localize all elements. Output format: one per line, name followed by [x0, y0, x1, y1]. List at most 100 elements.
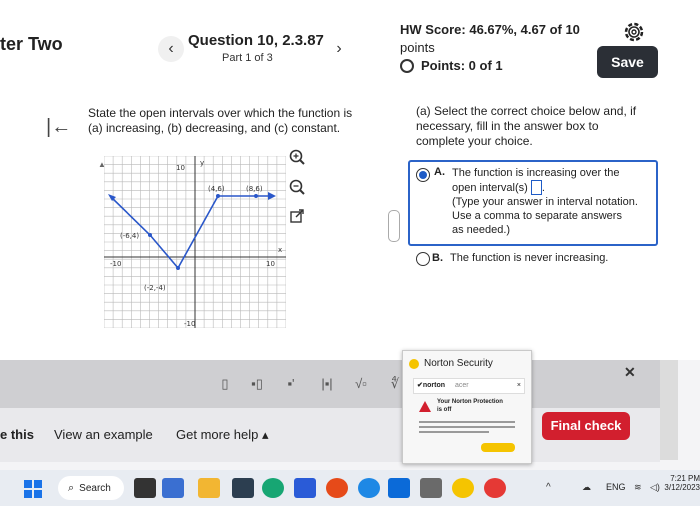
app-window: ter Two ‹ Question 10, 2.3.87 Part 1 of …	[0, 0, 700, 470]
question-prompt: State the open intervals over which the …	[88, 106, 353, 135]
wifi-icon[interactable]: ≋	[634, 482, 642, 493]
norton-header: Norton Security	[409, 358, 493, 369]
choice-b-radio[interactable]	[416, 252, 430, 266]
point-neg2-neg4	[176, 266, 180, 270]
clock[interactable]: 7:21 PM 3/12/2023	[664, 474, 700, 492]
norton-text-line	[419, 431, 489, 433]
windows-start-icon[interactable]	[24, 480, 42, 498]
back-to-start-icon[interactable]: |←	[46, 116, 71, 139]
fraction-tool-icon[interactable]: ▯	[214, 374, 236, 394]
app-icon[interactable]	[232, 478, 254, 498]
norton-tab-close-icon[interactable]: ×	[517, 379, 521, 393]
interval-answer-input[interactable]	[530, 180, 542, 195]
choice-a-radio[interactable]	[416, 168, 430, 182]
save-button[interactable]: Save	[597, 46, 658, 78]
point-4-6	[216, 194, 220, 198]
search-icon: ⌕	[68, 481, 75, 494]
close-icon[interactable]: ✕	[624, 364, 636, 381]
zoom-in-icon[interactable]	[288, 148, 306, 166]
choice-a-line1: The function is increasing over the	[452, 167, 620, 179]
language-indicator[interactable]: ENG	[606, 482, 626, 492]
point-label-4-6: (4,6)	[208, 185, 225, 193]
norton-text-line	[419, 421, 515, 423]
choice-a-hint1: (Type your answer in interval notation.	[452, 196, 638, 208]
choice-a-line2-row: open interval(s) .	[452, 180, 545, 195]
point-8-6	[254, 194, 258, 198]
panel-resize-handle[interactable]	[388, 210, 400, 242]
y-bottom-tick: -10	[184, 320, 195, 328]
taskbar-search[interactable]: ⌕ Search	[58, 476, 124, 500]
answer-instructions: (a) Select the correct choice below and,…	[416, 104, 637, 148]
norton-popup: Norton Security ✔norton acer × Your Nort…	[402, 350, 532, 464]
question-content: |← State the open intervals over which t…	[0, 98, 700, 399]
choice-a-hint3: as needed.)	[452, 224, 511, 236]
question-title: Question 10, 2.3.87	[188, 32, 324, 49]
x-right-tick: 10	[266, 260, 275, 268]
scroll-up-icon[interactable]: ▲	[98, 160, 106, 169]
points-status: Points: 0 of 1	[400, 58, 503, 73]
choice-b-text: The function is never increasing.	[450, 252, 609, 264]
chevron-left-icon: ‹	[168, 40, 174, 57]
view-example-link[interactable]: View an example	[54, 427, 153, 442]
square-root-tool-icon[interactable]: √▫	[350, 374, 372, 394]
final-check-button[interactable]: Final check	[542, 412, 630, 440]
task-view-icon[interactable]	[134, 478, 156, 498]
y-top-tick: 10	[176, 164, 185, 172]
header-bar: ter Two ‹ Question 10, 2.3.87 Part 1 of …	[0, 0, 700, 99]
function-graph: y x 10 -10 -10 10 (4,6) (8,6) (-6,4) (-2…	[103, 155, 287, 329]
teams-icon[interactable]	[162, 478, 184, 498]
part-label: Part 1 of 3	[222, 52, 273, 64]
app-icon-2[interactable]	[326, 478, 348, 498]
point-neg6-4	[148, 233, 152, 237]
points-label: Points: 0 of 1	[421, 58, 503, 73]
get-more-help-button[interactable]: Get more help ▴	[176, 427, 269, 443]
taskbar-search-label: Search	[79, 482, 111, 494]
norton-alert: Your Norton Protection is off	[437, 398, 503, 414]
dropbox-icon[interactable]	[388, 478, 410, 498]
exponent-tool-icon[interactable]: ▪'	[280, 374, 302, 394]
file-explorer-icon[interactable]	[198, 478, 220, 498]
norton-tab: ✔norton acer ×	[413, 378, 525, 394]
graph-svg: y x 10 -10 -10 10 (4,6) (8,6) (-6,4) (-2…	[103, 155, 287, 329]
norton-fix-button[interactable]	[481, 443, 515, 452]
norton-title: Norton Security	[424, 358, 493, 369]
store-icon[interactable]	[294, 478, 316, 498]
choice-a-text: The function is increasing over the open…	[452, 166, 652, 237]
bottom-bar: e this View an example Get more help ▴ F…	[0, 408, 660, 462]
x-axis-label: x	[278, 246, 282, 254]
clear-all-link[interactable]: e this	[0, 427, 34, 442]
zoom-out-icon[interactable]	[288, 178, 306, 196]
volume-icon[interactable]: ◁)	[650, 482, 660, 493]
mixed-number-tool-icon[interactable]: ▪▯	[246, 374, 268, 394]
math-toolbar: ▯ ▪▯ ▪' |▪| √▫ ∜	[0, 360, 660, 408]
edge-icon[interactable]	[262, 478, 284, 498]
choice-a[interactable]: A. The function is increasing over the o…	[408, 160, 658, 246]
absolute-value-tool-icon[interactable]: |▪|	[316, 374, 338, 394]
norton-logo-icon	[409, 358, 419, 369]
chapter-title: ter Two	[0, 34, 63, 54]
chevron-right-icon: ›	[336, 40, 342, 57]
previous-question-button[interactable]: ‹	[158, 36, 184, 62]
norton-alert-line2: is off	[437, 407, 452, 413]
open-new-window-icon[interactable]	[289, 208, 305, 224]
next-question-button[interactable]: ›	[326, 36, 352, 62]
app-icon-3[interactable]	[358, 478, 380, 498]
choice-a-letter: A.	[434, 166, 445, 178]
chrome-icon[interactable]	[484, 478, 506, 498]
warning-icon	[419, 401, 431, 412]
clock-date: 3/12/2023	[664, 483, 700, 492]
norton-taskbar-icon[interactable]	[452, 478, 474, 498]
app-icon-4[interactable]	[420, 478, 442, 498]
choice-b[interactable]: B. The function is never increasing.	[408, 248, 654, 268]
point-label-neg2-neg4: (-2,-4)	[144, 284, 166, 292]
page-scrollbar[interactable]	[660, 360, 678, 460]
cloud-icon[interactable]: ☁	[582, 482, 591, 493]
circle-icon	[400, 58, 414, 73]
chevron-up-icon[interactable]: ^	[546, 482, 551, 493]
gear-icon[interactable]	[622, 20, 646, 44]
x-left-tick: -10	[110, 260, 121, 268]
choice-a-hint2: Use a comma to separate answers	[452, 210, 622, 222]
point-label-neg6-4: (-6,4)	[120, 232, 139, 240]
windows-taskbar: ⌕ Search ^ ☁ ENG ≋ ◁) 7:21 PM 3/12/2023	[0, 470, 700, 506]
point-label-8-6: (8,6)	[246, 185, 263, 193]
